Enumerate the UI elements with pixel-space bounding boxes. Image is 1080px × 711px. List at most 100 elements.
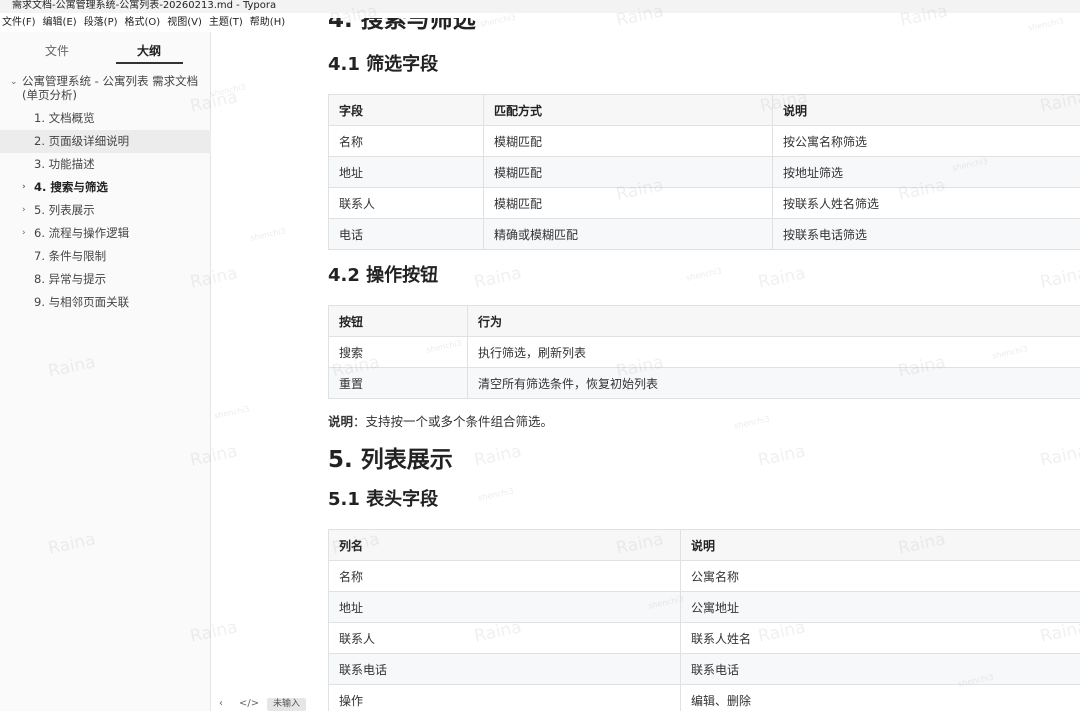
table-cell: 地址 (328, 591, 681, 623)
table-cell: 按联系电话筛选 (772, 218, 1080, 250)
table-header-row: 字段 匹配方式 说明 (328, 94, 1080, 126)
table-row: 名称 模糊匹配 按公寓名称筛选 (328, 125, 1080, 157)
table-row: 地址 公寓地址 (328, 591, 1080, 623)
outline-item-label: 6. 流程与操作逻辑 (34, 226, 130, 240)
heading-table-columns: 5.1 表头字段 (328, 489, 439, 510)
table-cell: 名称 (328, 560, 681, 592)
table-columns-table: 列名 说明 名称 公寓名称 地址 公寓地址 联系人 联系人姓名 联系电话 联系电话 操作… (328, 529, 1080, 711)
table-header-cell: 说明 (680, 529, 1080, 561)
watermark-user: shenchi3 (249, 226, 287, 243)
status-bar: ‹ </> 未输入 (211, 696, 331, 711)
table-cell: 搜索 (328, 336, 468, 368)
outline-tree: ⌄ 公寓管理系统 - 公寓列表 需求文档 (单页分析) 1. 文档概览 2. 页… (0, 74, 211, 314)
table-cell: 名称 (328, 125, 484, 157)
note-text: ：支持按一个或多个条件组合筛选。 (353, 414, 554, 429)
table-cell: 执行筛选，刷新列表 (467, 336, 1080, 368)
outline-item-overview[interactable]: 1. 文档概览 (0, 107, 211, 130)
table-cell: 联系电话 (680, 653, 1080, 685)
table-cell: 公寓名称 (680, 560, 1080, 592)
outline-item-label: 7. 条件与限制 (34, 249, 107, 263)
chevron-right-icon[interactable]: › (22, 199, 26, 222)
outline-item-label: 4. 搜索与筛选 (34, 180, 108, 194)
table-cell: 地址 (328, 156, 484, 188)
table-cell: 模糊匹配 (483, 156, 773, 188)
watermark-user: shenchi3 (209, 82, 247, 99)
table-header-row: 按钮 行为 (328, 305, 1080, 337)
document-editor[interactable]: 4. 搜索与筛选 4.1 筛选字段 字段 匹配方式 说明 名称 模糊匹配 按公寓名称… (328, 0, 1080, 711)
tab-outline[interactable]: 大纲 (137, 42, 161, 59)
table-header-cell: 说明 (772, 94, 1080, 126)
table-row: 地址 模糊匹配 按地址筛选 (328, 156, 1080, 188)
table-cell: 精确或模糊匹配 (483, 218, 773, 250)
table-header-cell: 匹配方式 (483, 94, 773, 126)
chevron-left-icon[interactable]: ‹ (219, 698, 223, 709)
outline-item-label: 9. 与相邻页面关联 (34, 295, 130, 309)
outline-item-label: 2. 页面级详细说明 (34, 134, 130, 148)
chevron-right-icon[interactable]: › (22, 222, 26, 245)
tab-files[interactable]: 文件 (45, 42, 69, 59)
menu-file[interactable]: 文件(F) (2, 13, 36, 32)
menu-theme[interactable]: 主题(T) (209, 13, 243, 32)
outline-item-label: 3. 功能描述 (34, 157, 95, 171)
sidebar-tabs: 文件 大纲 (0, 32, 211, 68)
outline-item-adjacent-pages[interactable]: 9. 与相邻页面关联 (0, 291, 211, 314)
table-cell: 联系电话 (328, 653, 681, 685)
outline-doc-title[interactable]: ⌄ 公寓管理系统 - 公寓列表 需求文档 (单页分析) (0, 74, 211, 102)
menu-view[interactable]: 视图(V) (167, 13, 202, 32)
table-row: 联系人 联系人姓名 (328, 622, 1080, 654)
table-row: 电话 精确或模糊匹配 按联系电话筛选 (328, 218, 1080, 250)
table-cell: 重置 (328, 367, 468, 399)
chevron-down-icon: ⌄ (10, 77, 18, 87)
table-cell: 联系人姓名 (680, 622, 1080, 654)
menu-bar: 文件(F) 编辑(E) 段落(P) 格式(O) 视图(V) 主题(T) 帮助(H) (0, 13, 285, 32)
heading-list-display: 5. 列表展示 (328, 447, 453, 473)
note-bold-label: 说明 (328, 414, 354, 429)
table-header-cell: 行为 (467, 305, 1080, 337)
heading-action-buttons: 4.2 操作按钮 (328, 265, 439, 286)
note-paragraph: 说明：支持按一个或多个条件组合筛选。 (328, 413, 553, 431)
table-row: 搜索 执行筛选，刷新列表 (328, 336, 1080, 368)
menu-format[interactable]: 格式(O) (125, 13, 161, 32)
table-cell: 公寓地址 (680, 591, 1080, 623)
outline-doc-title-label: 公寓管理系统 - 公寓列表 需求文档 (单页分析) (22, 74, 199, 102)
active-tab-indicator (116, 62, 183, 64)
heading-search-filter: 4. 搜索与筛选 (328, 7, 476, 33)
menu-paragraph[interactable]: 段落(P) (84, 13, 118, 32)
watermark-user: shenchi3 (213, 404, 251, 421)
action-buttons-table: 按钮 行为 搜索 执行筛选，刷新列表 重置 清空所有筛选条件，恢复初始列表 (328, 305, 1080, 399)
table-header-row: 列名 说明 (328, 529, 1080, 561)
outline-item-label: 8. 异常与提示 (34, 272, 107, 286)
table-row: 联系人 模糊匹配 按联系人姓名筛选 (328, 187, 1080, 219)
table-cell: 模糊匹配 (483, 187, 773, 219)
table-cell: 清空所有筛选条件，恢复初始列表 (467, 367, 1080, 399)
word-count-badge[interactable]: 未输入 (267, 698, 307, 711)
heading-filter-fields: 4.1 筛选字段 (328, 54, 439, 75)
table-header-cell: 字段 (328, 94, 484, 126)
table-cell: 编辑、删除 (680, 684, 1080, 711)
table-row: 联系电话 联系电话 (328, 653, 1080, 685)
outline-item-search-filter[interactable]: › 4. 搜索与筛选 (0, 176, 211, 199)
source-code-icon[interactable]: </> (239, 698, 259, 709)
table-cell: 按联系人姓名筛选 (772, 187, 1080, 219)
table-cell: 按公寓名称筛选 (772, 125, 1080, 157)
table-header-cell: 列名 (328, 529, 681, 561)
outline-item-list-display[interactable]: › 5. 列表展示 (0, 199, 211, 222)
filter-fields-table: 字段 匹配方式 说明 名称 模糊匹配 按公寓名称筛选 地址 模糊匹配 按地址筛选 联系人… (328, 94, 1080, 250)
table-cell: 操作 (328, 684, 681, 711)
table-row: 操作 编辑、删除 (328, 684, 1080, 711)
outline-item-exceptions[interactable]: 8. 异常与提示 (0, 268, 211, 291)
outline-item-features[interactable]: 3. 功能描述 (0, 153, 211, 176)
outline-item-page-details[interactable]: 2. 页面级详细说明 (0, 130, 211, 153)
menu-edit[interactable]: 编辑(E) (43, 13, 77, 32)
outline-item-flow-logic[interactable]: › 6. 流程与操作逻辑 (0, 222, 211, 245)
table-cell: 电话 (328, 218, 484, 250)
table-cell: 联系人 (328, 187, 484, 219)
table-row: 名称 公寓名称 (328, 560, 1080, 592)
menu-help[interactable]: 帮助(H) (250, 13, 285, 32)
chevron-right-icon[interactable]: › (22, 176, 26, 199)
outline-item-label: 1. 文档概览 (34, 111, 95, 125)
table-cell: 模糊匹配 (483, 125, 773, 157)
outline-item-conditions[interactable]: 7. 条件与限制 (0, 245, 211, 268)
table-row: 重置 清空所有筛选条件，恢复初始列表 (328, 367, 1080, 399)
table-cell: 按地址筛选 (772, 156, 1080, 188)
